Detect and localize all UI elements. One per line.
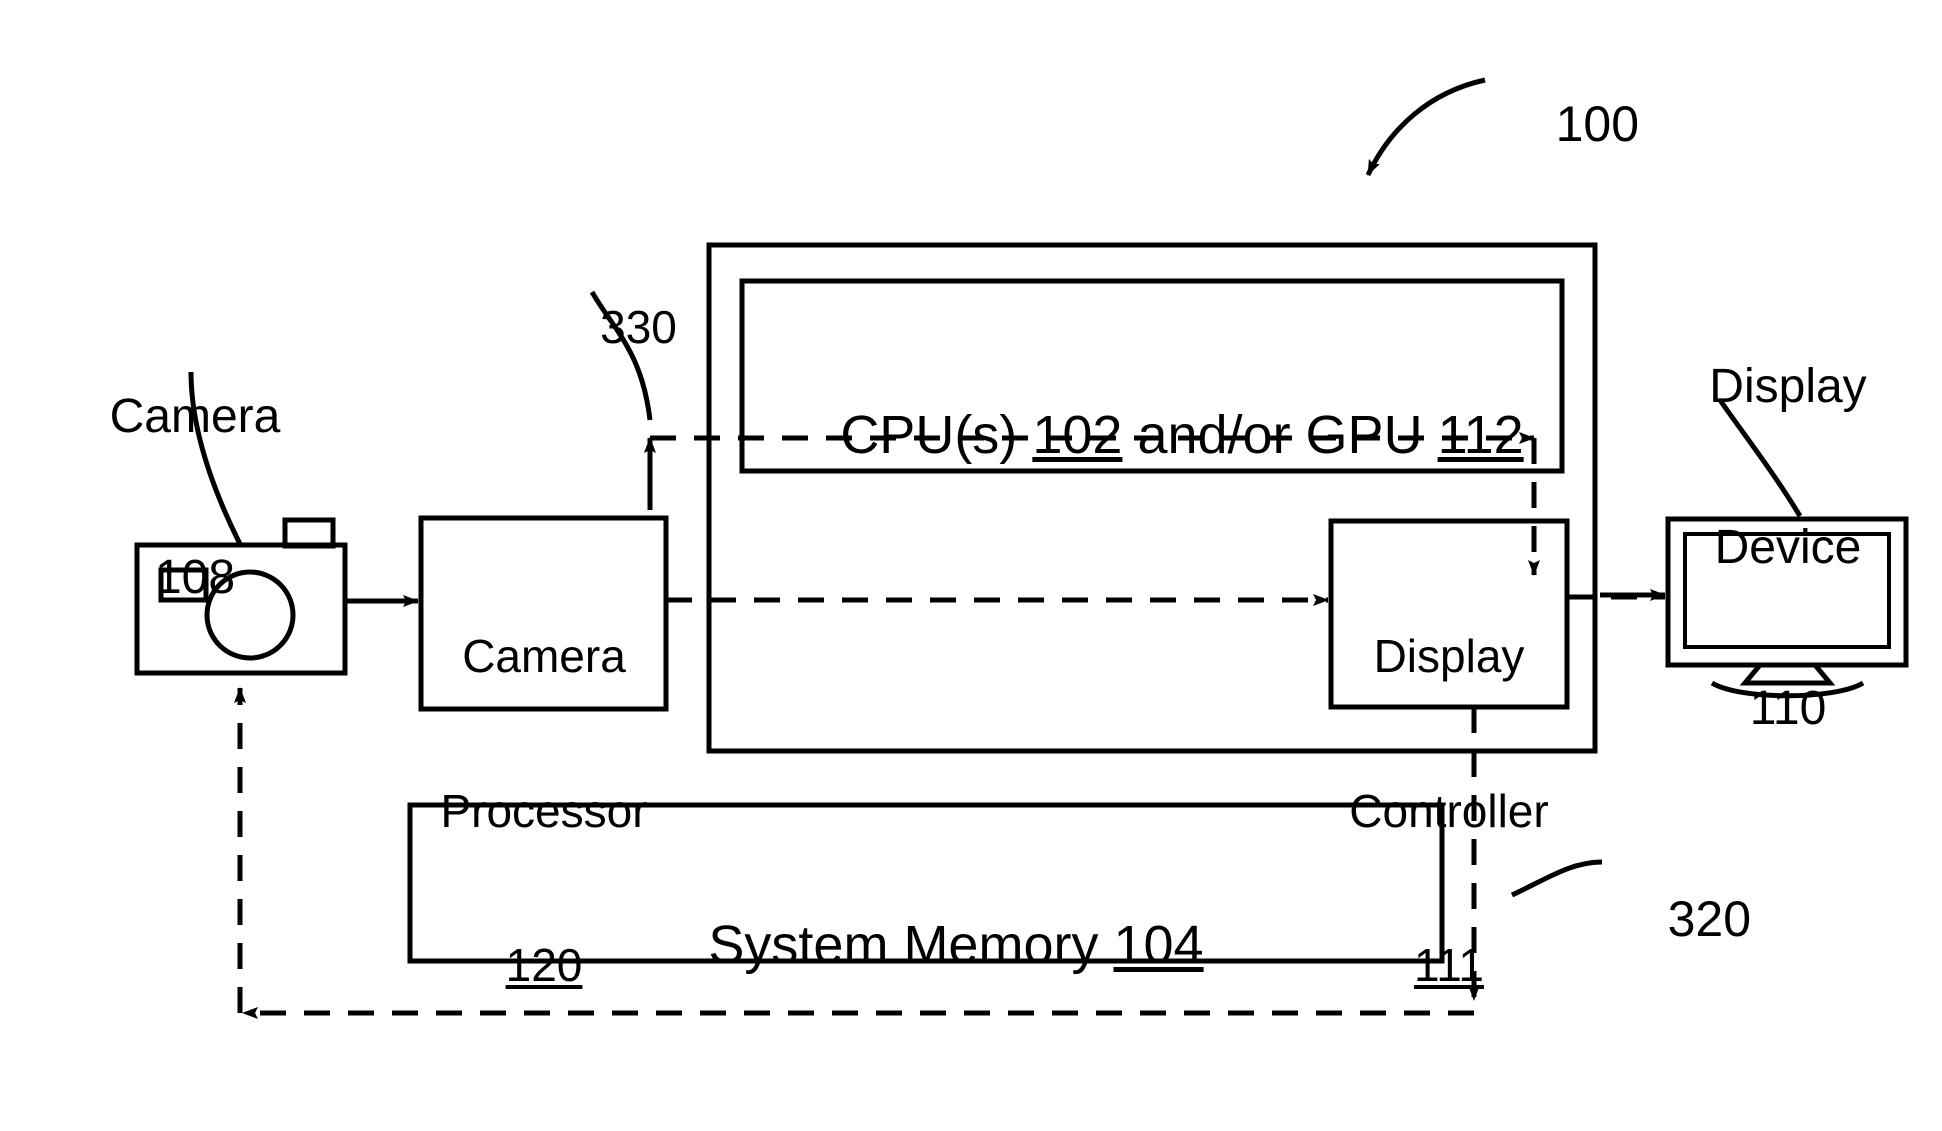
display-device-ref: 110 <box>1749 682 1827 735</box>
cpu-gpu-prefix: CPU(s) <box>840 405 1018 466</box>
ref-320-value: 320 <box>1667 891 1752 947</box>
ref-100-leader <box>1365 77 1486 177</box>
display-controller-line1: Display <box>1373 630 1525 683</box>
gpu-ref: 112 <box>1437 405 1524 466</box>
system-memory-label: System Memory 104 <box>410 855 1442 1036</box>
camera-label: Camera 108 <box>90 282 300 712</box>
camera-processor-line1: Camera <box>462 630 626 683</box>
figure-canvas: Camera 108 330 100 320 Display Device 11… <box>0 0 1942 1131</box>
camera-label-title: Camera <box>109 389 281 443</box>
ref-330-label: 330 <box>549 250 677 405</box>
cpu-gpu-label: CPU(s) 102 and/or GPU 112 <box>742 345 1562 526</box>
display-device-label: Display Device 110 <box>1638 252 1938 843</box>
ref-100-label: 100 <box>1500 40 1639 208</box>
ref-100-value: 100 <box>1555 96 1640 152</box>
display-controller-line2: Controller <box>1349 784 1549 837</box>
camera-label-ref: 108 <box>154 550 236 604</box>
ref-330-value: 330 <box>600 300 677 353</box>
display-device-line2: Device <box>1714 520 1862 574</box>
cpu-gpu-middle: and/or GPU <box>1137 405 1423 466</box>
ref-320-label: 320 <box>1612 835 1751 1003</box>
system-memory-ref: 104 <box>1113 915 1204 976</box>
display-device-line1: Display <box>1709 359 1867 413</box>
system-memory-text: System Memory <box>708 915 1099 976</box>
cpu-ref: 102 <box>1032 405 1123 466</box>
camera-processor-line2: Processor <box>440 784 648 837</box>
